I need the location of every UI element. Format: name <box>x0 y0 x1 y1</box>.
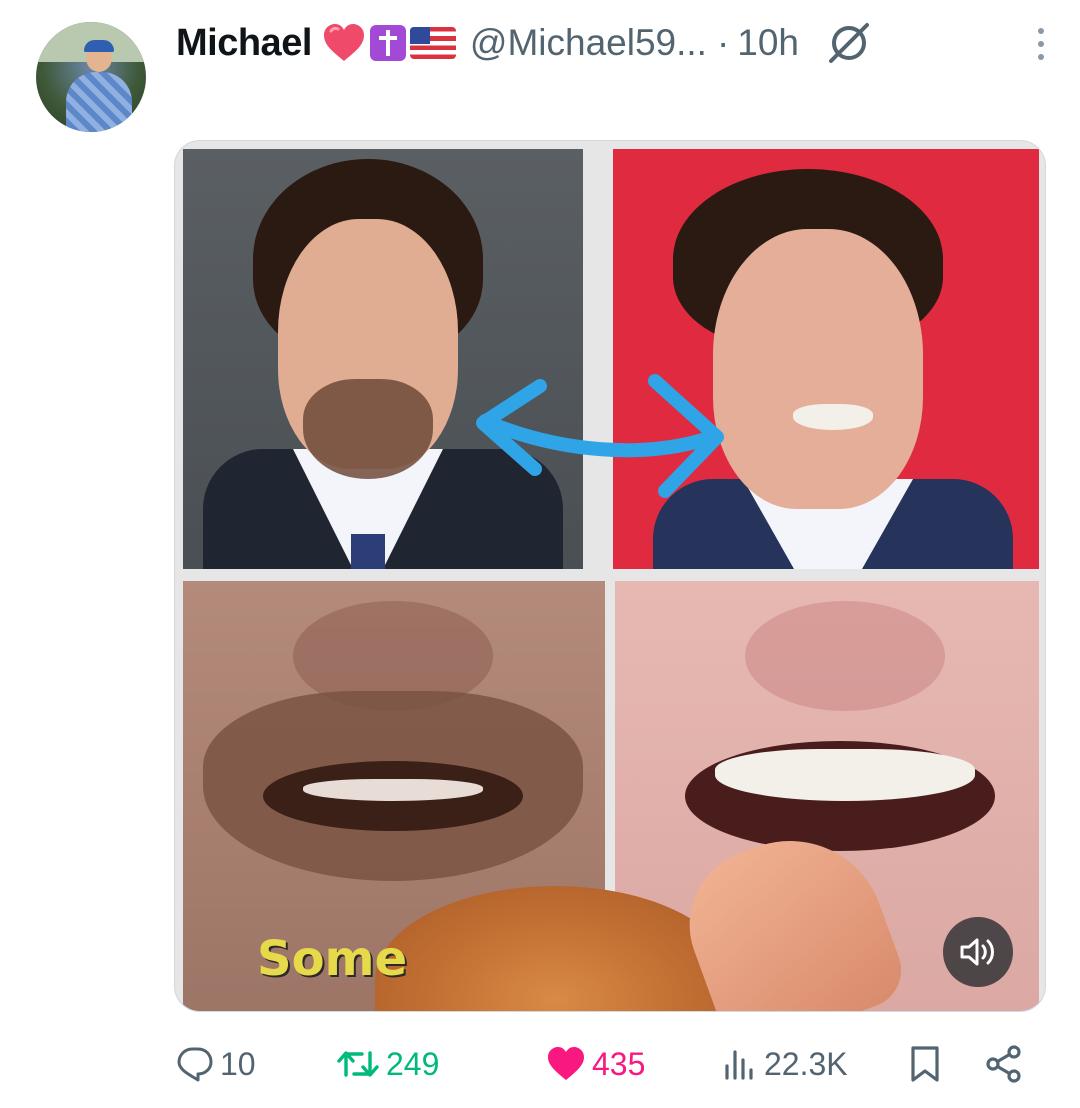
views-count: 22.3K <box>764 1045 848 1082</box>
author-name[interactable]: Michael <box>176 22 312 65</box>
reply-count: 10 <box>220 1045 256 1082</box>
red-heart-icon <box>322 23 366 63</box>
speaker-icon <box>960 938 994 966</box>
avatar-shirt <box>66 72 132 132</box>
heart-icon <box>548 1047 584 1080</box>
reply-icon <box>177 1047 213 1082</box>
like-button[interactable]: 435 <box>546 1036 645 1092</box>
bookmark-icon <box>911 1046 939 1082</box>
more-options-icon[interactable] <box>1026 24 1056 64</box>
post-header: Michael @Michael59... · 10h <box>176 18 1056 68</box>
teeth <box>715 749 975 801</box>
us-flag-icon <box>409 27 456 59</box>
post-time[interactable]: 10h <box>737 22 799 64</box>
smile <box>793 404 873 430</box>
media-panel-top-right <box>613 149 1039 569</box>
bookmark-button[interactable] <box>908 1036 942 1092</box>
repost-icon <box>337 1051 379 1077</box>
separator: · <box>716 22 730 63</box>
latin-cross-icon <box>369 25 406 61</box>
avatar[interactable] <box>36 22 146 132</box>
double-arrow-icon <box>476 374 724 498</box>
author-handle[interactable]: @Michael59... <box>470 22 707 64</box>
media-panel-top-left <box>183 149 583 569</box>
action-bar: 10 249 435 22.3K <box>176 1036 1036 1092</box>
grok-icon[interactable] <box>825 19 873 67</box>
nose <box>745 601 945 711</box>
like-count: 435 <box>592 1045 646 1082</box>
tie <box>351 534 385 569</box>
views-chart-icon <box>725 1050 753 1080</box>
sound-toggle-button[interactable] <box>943 917 1013 987</box>
repost-count: 249 <box>386 1045 440 1082</box>
repost-button[interactable]: 249 <box>336 1036 439 1092</box>
share-button[interactable] <box>984 1036 1024 1092</box>
views-button[interactable]: 22.3K <box>722 1036 848 1092</box>
avatar-cap <box>84 40 114 52</box>
video-caption-text: Some <box>257 931 408 987</box>
share-icon <box>986 1045 1021 1083</box>
teeth <box>303 779 483 801</box>
reply-button[interactable]: 10 <box>176 1036 256 1092</box>
beard <box>303 379 433 479</box>
post-media[interactable]: Some <box>174 140 1046 1012</box>
